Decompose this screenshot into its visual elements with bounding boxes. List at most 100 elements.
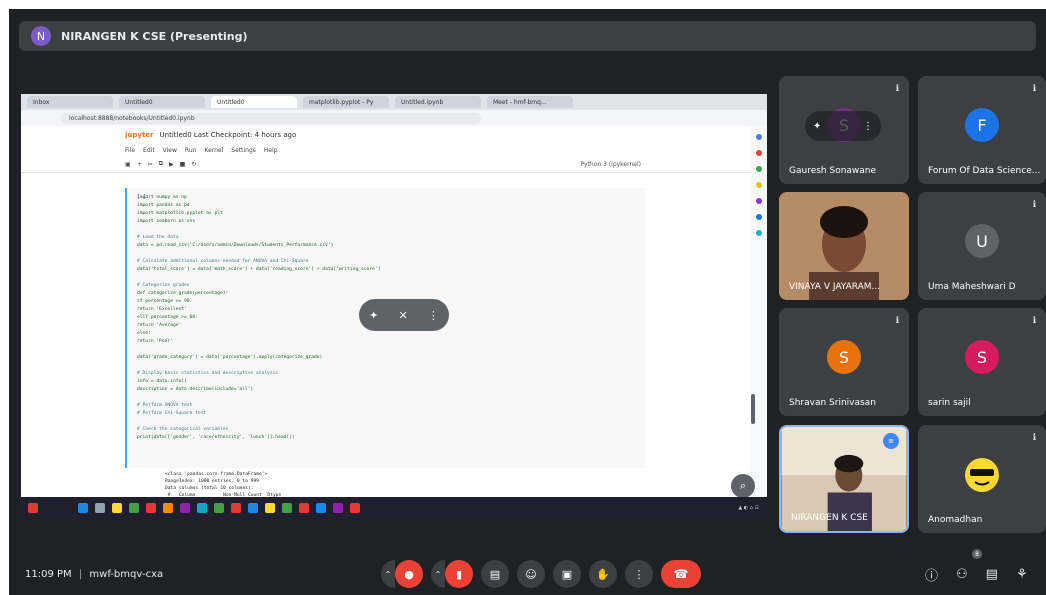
chat-icon[interactable]: ▤ <box>986 567 998 582</box>
sidebar-app-icon[interactable] <box>756 134 762 140</box>
app-icon[interactable] <box>28 503 38 513</box>
menu-file[interactable]: File <box>125 147 135 154</box>
participant-name: NIRANGEN K CSE <box>791 513 868 523</box>
copy-icon[interactable]: ⧉ <box>159 160 163 168</box>
participant-tile-speaking[interactable]: ≡ NIRANGEN K CSE <box>779 425 909 533</box>
code-line: # Display basic statistics and descripti… <box>137 371 279 376</box>
menu-run[interactable]: Run <box>185 147 197 154</box>
emoji-icon[interactable]: ☺ <box>517 560 545 588</box>
browser-tab[interactable]: Meet - hmf-bmq... <box>487 96 573 108</box>
participant-tile[interactable]: ℹ S sarin sajil <box>918 308 1046 416</box>
participant-avatar: S <box>827 340 861 374</box>
more-icon[interactable]: ⋮ <box>625 560 653 588</box>
menu-help[interactable]: Help <box>264 147 278 154</box>
browser-sidebar <box>751 126 767 514</box>
browser-tab[interactable]: Untitled.ipynb <box>395 96 481 108</box>
menu-kernel[interactable]: Kernel <box>204 147 223 154</box>
participant-tile[interactable]: VINAYA V JAYARAM... <box>779 192 909 300</box>
output-line: RangeIndex: 1000 entries, 0 to 999 <box>165 479 260 484</box>
notebook-title[interactable]: Untitled0 Last Checkpoint: 4 hours ago <box>160 131 297 139</box>
meeting-code[interactable]: mwf-bmqv-cxa <box>89 569 163 580</box>
participant-tile[interactable]: ℹ S ✦ ⋮ Gauresh Sonawane <box>779 76 909 184</box>
app-icon[interactable] <box>231 503 241 513</box>
more-vert-icon[interactable]: ⋮ <box>863 121 873 132</box>
app-icon[interactable] <box>316 503 326 513</box>
menu-edit[interactable]: Edit <box>143 147 155 154</box>
add-cell-icon[interactable]: + <box>137 161 142 168</box>
chrome-icon[interactable] <box>214 503 224 513</box>
cut-icon[interactable]: ✂ <box>148 161 153 168</box>
start-icon[interactable] <box>78 503 88 513</box>
mic-off-icon: ℹ <box>895 84 899 94</box>
code-line: else: <box>137 331 151 336</box>
browser-tab[interactable]: matplotlib.pyplot - Py <box>303 96 389 108</box>
menu-settings[interactable]: Settings <box>231 147 256 154</box>
code-line: print(data[['gender', 'race/ethnicity', … <box>137 435 295 440</box>
sidebar-app-icon[interactable] <box>756 166 762 172</box>
mic-icon[interactable]: ● <box>395 560 423 588</box>
folder-icon[interactable] <box>112 503 122 513</box>
zoom-icon[interactable]: ⌕ <box>731 474 755 498</box>
restart-icon[interactable]: ↻ <box>191 161 196 168</box>
activities-icon[interactable]: ⚘ <box>1016 567 1028 582</box>
app-icon[interactable] <box>248 503 258 513</box>
code-line: import pandas as pd <box>137 203 190 208</box>
more-vert-icon[interactable]: ⋮ <box>428 309 439 322</box>
browser-tab-active[interactable]: Untitled0 <box>211 96 297 108</box>
app-icon[interactable] <box>146 503 156 513</box>
url-field[interactable]: localhost:8888/notebooks/Untitled0.ipynb <box>61 112 481 124</box>
captions-icon[interactable]: ▤ <box>481 560 509 588</box>
sidebar-app-icon[interactable] <box>756 182 762 188</box>
browser-tab[interactable]: Inbox <box>27 96 113 108</box>
app-icon[interactable] <box>163 503 173 513</box>
pin-icon[interactable]: ✦ <box>813 121 821 132</box>
code-line: # Load the data <box>137 235 179 240</box>
speaking-indicator-icon: ≡ <box>883 433 899 449</box>
mute-icon[interactable]: ✕ <box>399 309 408 322</box>
participant-tile[interactable]: ℹ U Uma Maheshwari D <box>918 192 1046 300</box>
sidebar-app-icon[interactable] <box>756 214 762 220</box>
participant-tile[interactable]: ℹ F Forum Of Data Science... <box>918 76 1046 184</box>
scrollbar[interactable] <box>751 394 755 424</box>
info-icon[interactable]: ⓘ <box>925 565 938 584</box>
menu-view[interactable]: View <box>163 147 177 154</box>
save-icon[interactable]: ▣ <box>125 161 131 168</box>
raise-hand-icon[interactable]: ✋ <box>589 560 617 588</box>
participant-avatar: U <box>965 224 999 258</box>
app-icon[interactable] <box>129 503 139 513</box>
app-icon[interactable] <box>282 503 292 513</box>
people-icon[interactable]: ⚇ <box>956 567 968 582</box>
app-icon[interactable] <box>197 503 207 513</box>
sidebar-app-icon[interactable] <box>756 150 762 156</box>
participant-tile[interactable]: ℹ Anomadhan <box>918 425 1046 533</box>
jupyter-logo: jupyter <box>125 131 154 139</box>
screen-share: Inbox Untitled0 Untitled0 matplotlib.pyp… <box>21 94 767 519</box>
app-icon[interactable] <box>299 503 309 513</box>
pin-icon[interactable]: ✦ <box>369 309 378 322</box>
present-icon[interactable]: ▣ <box>553 560 581 588</box>
participant-count-badge: 8 <box>972 549 982 559</box>
sidebar-app-icon[interactable] <box>756 230 762 236</box>
code-line: # Perform Chi-Square test <box>137 411 207 416</box>
run-icon[interactable]: ▶ <box>169 161 174 168</box>
stop-icon[interactable]: ■ <box>180 161 186 168</box>
browser-tab[interactable]: Untitled0 <box>119 96 205 108</box>
camera-options-chevron-icon[interactable]: ⌃ <box>431 560 445 588</box>
participant-tile[interactable]: ℹ S Shravan Srinivasan <box>779 308 909 416</box>
end-call-icon[interactable]: ☎ <box>661 560 701 588</box>
sidebar-app-icon[interactable] <box>756 198 762 204</box>
app-icon[interactable] <box>180 503 190 513</box>
app-icon[interactable] <box>333 503 343 513</box>
app-icon[interactable] <box>350 503 360 513</box>
mic-options-chevron-icon[interactable]: ⌃ <box>381 560 395 588</box>
system-tray[interactable]: ▲ ◐ ⌂ ☷ <box>738 505 759 511</box>
participant-avatar: S <box>965 340 999 374</box>
search-icon[interactable] <box>95 503 105 513</box>
app-icon[interactable] <box>265 503 275 513</box>
mic-off-icon: ℹ <box>1032 84 1036 94</box>
code-line: # Check the categorical variables <box>137 427 229 432</box>
kernel-status[interactable]: Python 3 (ipykernel) <box>580 161 641 168</box>
camera-icon[interactable]: ▮ <box>445 560 473 588</box>
